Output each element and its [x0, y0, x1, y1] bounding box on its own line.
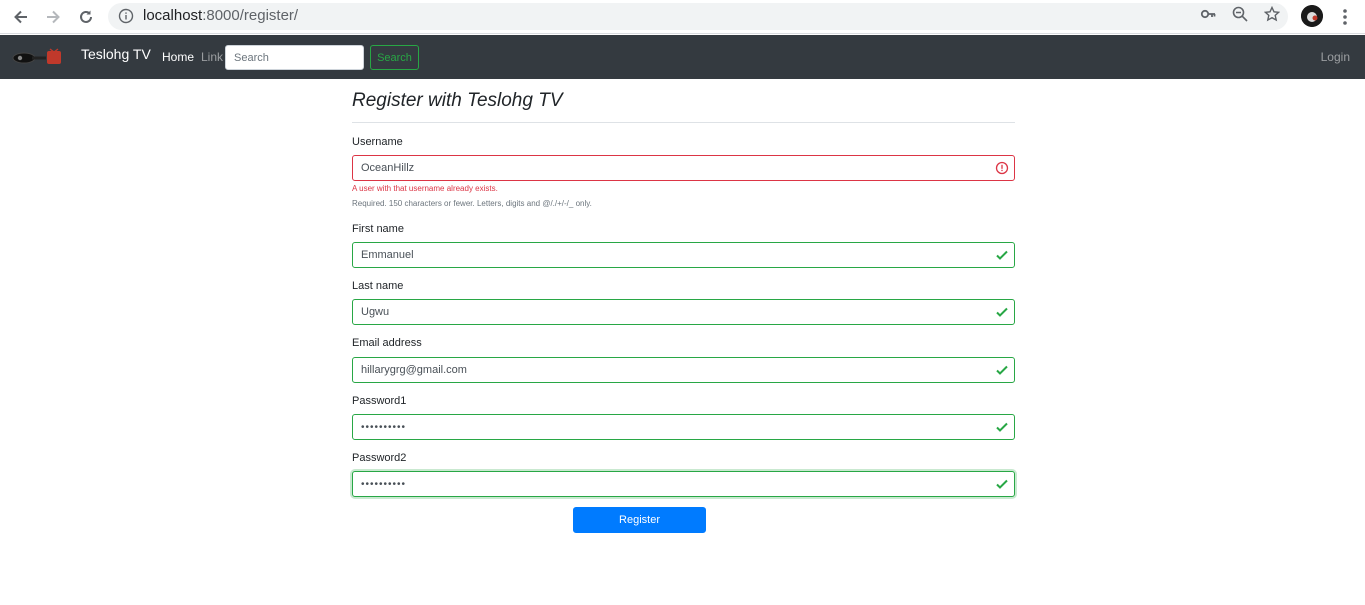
- email-input[interactable]: [352, 357, 1015, 383]
- menu-dots-icon[interactable]: [1336, 7, 1354, 27]
- url-text: localhost:8000/register/: [143, 7, 298, 24]
- username-label: Username: [352, 136, 403, 148]
- first-name-input[interactable]: [352, 242, 1015, 268]
- search-button[interactable]: Search: [370, 45, 419, 70]
- browser-toolbar: localhost:8000/register/: [0, 0, 1365, 34]
- last-name-label: Last name: [352, 280, 404, 292]
- password2-label: Password2: [352, 452, 407, 464]
- check-icon: [996, 479, 1008, 489]
- zoom-icon[interactable]: [1232, 6, 1248, 22]
- form-title: Register with Teslohg TV: [352, 90, 563, 111]
- form-divider: [352, 122, 1015, 123]
- check-icon: [996, 250, 1008, 260]
- email-label: Email address: [352, 337, 422, 349]
- reload-icon[interactable]: [73, 5, 99, 29]
- address-bar[interactable]: localhost:8000/register/: [108, 3, 1288, 30]
- password1-input[interactable]: [352, 414, 1015, 440]
- info-icon[interactable]: [118, 8, 134, 24]
- brand-logo[interactable]: [10, 46, 64, 68]
- url-host: localhost: [143, 7, 203, 24]
- key-icon[interactable]: [1200, 6, 1216, 22]
- bookmark-star-icon[interactable]: [1264, 6, 1280, 22]
- site-navbar: Teslohg TV Home Link Search Login: [0, 35, 1365, 79]
- username-help: Required. 150 characters or fewer. Lette…: [352, 199, 592, 208]
- password1-label: Password1: [352, 395, 407, 407]
- check-icon: [996, 307, 1008, 317]
- forward-icon[interactable]: [40, 5, 66, 29]
- profile-avatar[interactable]: [1301, 5, 1323, 27]
- check-icon: [996, 422, 1008, 432]
- error-icon: [995, 161, 1009, 175]
- brand-name[interactable]: Teslohg TV: [81, 46, 151, 62]
- search-input[interactable]: [225, 45, 364, 70]
- password2-input[interactable]: [352, 471, 1015, 497]
- first-name-label: First name: [352, 223, 404, 235]
- username-input[interactable]: [352, 155, 1015, 181]
- register-button[interactable]: Register: [573, 507, 706, 533]
- check-icon: [996, 365, 1008, 375]
- nav-link[interactable]: Link: [201, 50, 223, 64]
- username-error: A user with that username already exists…: [352, 184, 498, 193]
- url-path: :8000/register/: [202, 7, 299, 24]
- back-icon[interactable]: [8, 5, 34, 29]
- last-name-input[interactable]: [352, 299, 1015, 325]
- login-link[interactable]: Login: [1321, 50, 1350, 64]
- nav-home-link[interactable]: Home: [162, 50, 194, 64]
